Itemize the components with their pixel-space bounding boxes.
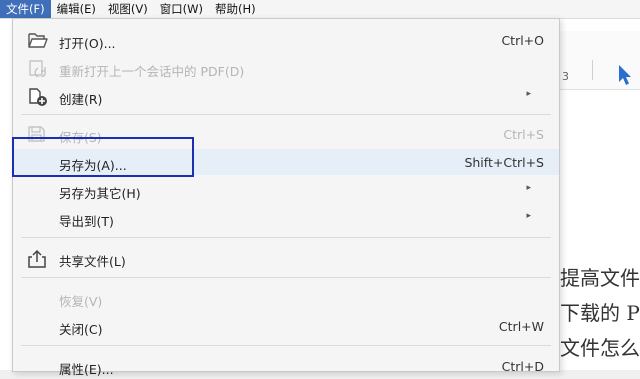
menu-item-share-file[interactable]: 共享文件(L) <box>13 245 559 271</box>
menu-window[interactable]: 窗口(W) <box>154 0 209 18</box>
menu-item-shortcut: Ctrl+W <box>498 319 544 334</box>
menu-bar: 文件(F) 编辑(E) 视图(V) 窗口(W) 帮助(H) <box>0 0 640 19</box>
submenu-arrow-icon: ▸ <box>526 89 531 99</box>
menu-item-reopen-session: 重新打开上一个会话中的 PDF(D) <box>13 55 559 81</box>
annotation-highlight-box <box>12 137 194 177</box>
menu-item-label: 恢复(V) <box>59 294 103 309</box>
menu-separator <box>21 237 551 238</box>
menu-item-label: 打开(O)... <box>59 36 116 51</box>
document-text-line: 提高文件 <box>560 266 640 290</box>
menu-item-shortcut: Shift+Ctrl+S <box>464 155 544 170</box>
share-icon <box>27 249 47 268</box>
menu-help[interactable]: 帮助(H) <box>209 0 262 18</box>
menu-item-label: 创建(R) <box>59 92 103 107</box>
submenu-arrow-icon: ▸ <box>526 211 531 221</box>
menu-item-create[interactable]: 创建(R) ▸ <box>13 83 559 109</box>
menu-item-label: 另存为其它(H) <box>59 186 141 201</box>
menu-item-export-to[interactable]: 导出到(T) ▸ <box>13 205 559 231</box>
menu-item-label: 共享文件(L) <box>59 254 126 269</box>
menu-file[interactable]: 文件(F) <box>0 0 51 18</box>
document-text-line: 文件怎么 <box>560 336 640 360</box>
create-pdf-icon <box>27 87 47 106</box>
select-cursor-icon[interactable] <box>617 64 633 89</box>
menu-separator <box>21 345 551 346</box>
menu-item-properties[interactable]: 属性(E)... Ctrl+D <box>13 353 559 379</box>
page-indicator: 3 <box>562 70 569 83</box>
menu-separator <box>21 114 551 115</box>
menu-edit[interactable]: 编辑(E) <box>51 0 102 18</box>
toolbar-separator <box>592 60 593 80</box>
file-menu-dropdown: 打开(O)... Ctrl+O 重新打开上一个会话中的 PDF(D) 创建(R)… <box>12 18 560 377</box>
folder-open-icon <box>27 31 48 49</box>
menu-item-revert: 恢复(V) <box>13 285 559 311</box>
reopen-session-icon <box>27 59 47 79</box>
document-text-line: 下载的 P <box>560 301 640 325</box>
menu-item-label: 导出到(T) <box>59 214 114 229</box>
submenu-arrow-icon: ▸ <box>526 183 531 193</box>
menu-item-label: 关闭(C) <box>59 322 103 337</box>
menu-separator <box>21 277 551 278</box>
menu-item-open[interactable]: 打开(O)... Ctrl+O <box>13 27 559 53</box>
menu-item-label: 重新打开上一个会话中的 PDF(D) <box>59 64 245 79</box>
menu-item-save-as-other[interactable]: 另存为其它(H) ▸ <box>13 177 559 203</box>
menu-item-shortcut: Ctrl+S <box>503 127 544 142</box>
menu-item-label: 属性(E)... <box>59 362 114 377</box>
menu-item-close[interactable]: 关闭(C) Ctrl+W <box>13 313 559 339</box>
menu-item-shortcut: Ctrl+D <box>501 359 544 374</box>
menu-view[interactable]: 视图(V) <box>102 0 154 18</box>
menu-item-shortcut: Ctrl+O <box>501 33 544 48</box>
